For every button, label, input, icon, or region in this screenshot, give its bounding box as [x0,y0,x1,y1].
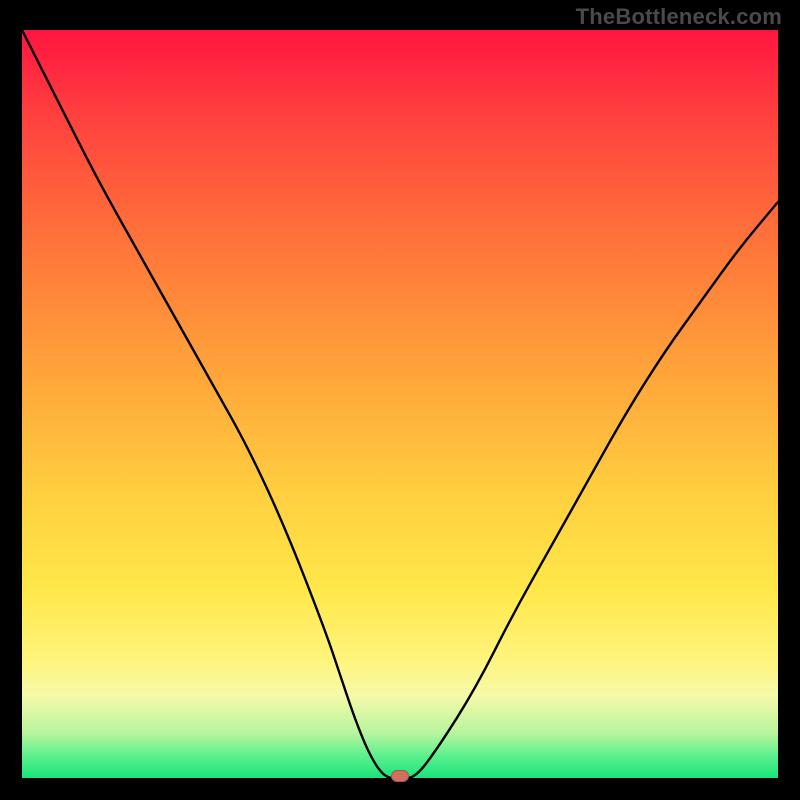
watermark-text: TheBottleneck.com [576,4,782,30]
plot-area [22,30,778,778]
valley-marker [391,770,409,782]
chart-frame: TheBottleneck.com [0,0,800,800]
bottleneck-curve [22,30,778,778]
